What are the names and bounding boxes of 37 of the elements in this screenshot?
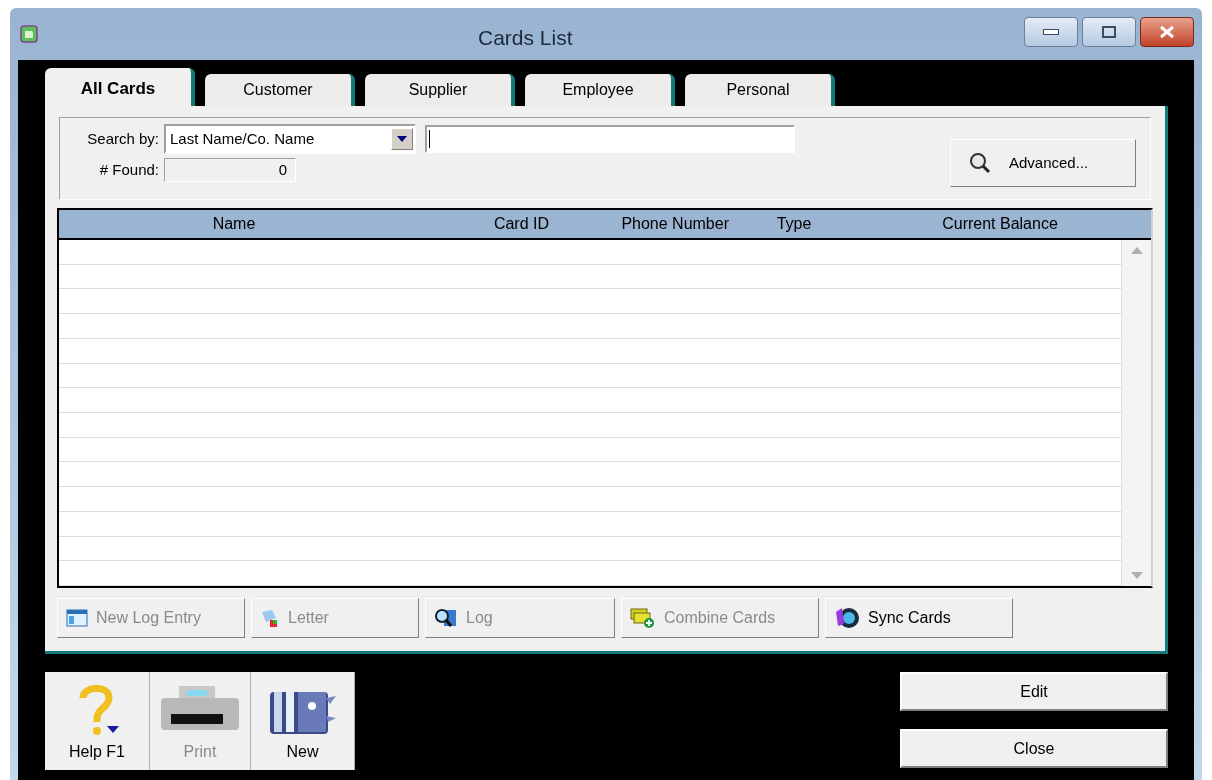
maximize-button[interactable] <box>1082 17 1136 47</box>
close-button[interactable]: Close <box>900 729 1168 768</box>
tab[interactable]: All Cards <box>45 68 195 106</box>
maximize-icon <box>1102 26 1116 38</box>
minimize-button[interactable] <box>1024 17 1078 47</box>
window-title: Cards List <box>478 25 573 51</box>
close-window-button[interactable] <box>1140 17 1194 47</box>
edit-button[interactable]: Edit <box>900 672 1168 711</box>
tab[interactable]: Customer <box>205 74 355 106</box>
search-by-dropdown[interactable]: Last Name/Co. Name <box>164 124 416 154</box>
search-icon <box>969 152 991 174</box>
minimize-icon <box>1043 29 1059 35</box>
sync-icon <box>834 606 860 630</box>
cards-add-icon <box>630 607 656 629</box>
advanced-button[interactable]: Advanced... <box>950 139 1136 187</box>
caret-icon <box>397 136 407 142</box>
tab[interactable]: Employee <box>525 74 675 106</box>
app-icon[interactable] <box>20 25 38 43</box>
window-icon <box>66 609 88 627</box>
column-header[interactable]: Phone Number <box>559 212 739 236</box>
column-header[interactable]: Card ID <box>409 212 559 236</box>
new-button[interactable]: New <box>251 672 355 770</box>
found-label: # Found: <box>98 159 159 180</box>
help-button[interactable]: Help F1 <box>45 672 150 770</box>
close-icon <box>1159 25 1175 39</box>
search-field[interactable] <box>425 125 795 153</box>
column-header[interactable]: Name <box>59 212 409 236</box>
dropdown-button[interactable] <box>391 128 413 150</box>
tab[interactable]: Supplier <box>365 74 515 106</box>
document-icon <box>260 608 280 628</box>
search-by-label: Search by: <box>86 128 159 149</box>
found-count: 0 <box>164 158 296 182</box>
column-header[interactable]: Current Balance <box>849 212 1151 236</box>
magnifier-book-icon <box>434 608 458 628</box>
tab[interactable]: Personal <box>685 74 835 106</box>
sync-button[interactable]: Sync Cards <box>825 598 1013 638</box>
column-header[interactable]: Type <box>739 212 849 236</box>
